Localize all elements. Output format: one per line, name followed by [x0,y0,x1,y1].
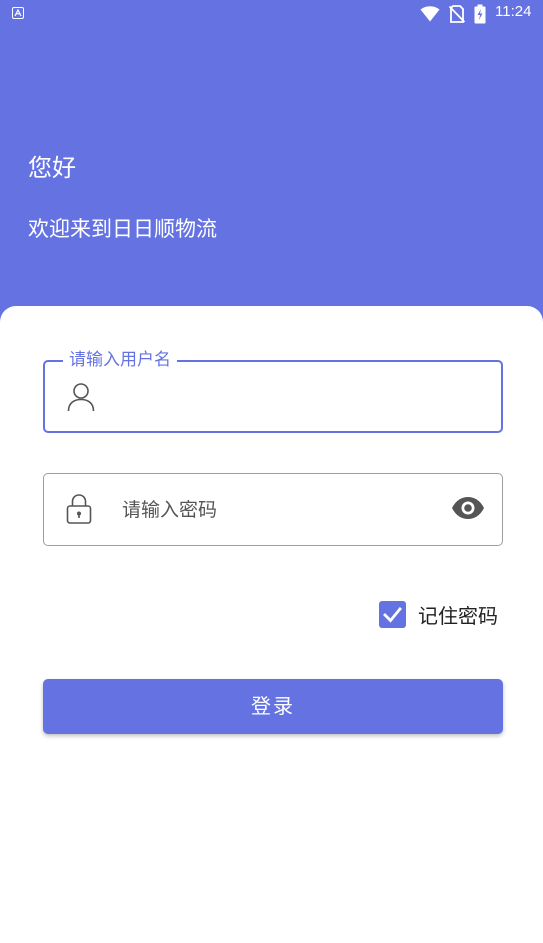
no-sim-icon [449,5,465,23]
password-field[interactable] [43,473,503,546]
eye-icon[interactable] [451,496,485,520]
wifi-icon [420,6,440,22]
password-input[interactable] [122,474,422,545]
status-time: 11:24 [495,3,532,20]
user-icon [67,383,95,412]
login-button[interactable]: 登录 [43,679,503,734]
a-icon [12,7,24,19]
welcome-text: 欢迎来到日日顺物流 [28,217,217,241]
greeting-title: 您好 [28,154,76,182]
checkbox-checked[interactable] [379,600,406,628]
header-background [0,0,543,330]
battery-charging-icon [474,4,486,24]
lock-icon [66,494,92,524]
remember-password-label: 记住密码 [418,603,498,628]
username-input[interactable] [123,362,423,431]
checkmark-icon [383,606,402,623]
status-bar: 11:24 [0,0,543,28]
remember-password-checkbox[interactable]: 记住密码 [379,600,498,628]
username-field[interactable]: 请输入用户名 [43,349,503,433]
